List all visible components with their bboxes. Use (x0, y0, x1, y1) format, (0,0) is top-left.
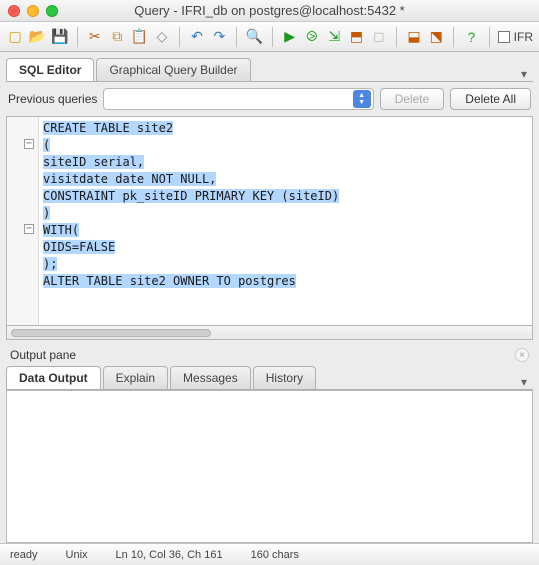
favorites-icon[interactable]: ⬓ (405, 26, 423, 48)
help-icon[interactable]: ? (462, 26, 480, 48)
cut-icon[interactable]: ✂ (86, 26, 104, 48)
fold-toggle-icon[interactable]: − (24, 139, 34, 149)
minimize-window-button[interactable] (27, 5, 39, 17)
new-file-icon[interactable]: ▢ (6, 26, 24, 48)
status-cursor-position: Ln 10, Col 36, Ch 161 (116, 549, 223, 561)
status-bar: ready Unix Ln 10, Col 36, Ch 161 160 cha… (0, 543, 539, 565)
editor-tabs: SQL Editor Graphical Query Builder ▾ (6, 56, 533, 82)
fold-toggle-icon[interactable]: − (24, 224, 34, 234)
window-title: Query - IFRI_db on postgres@localhost:54… (0, 3, 539, 18)
traffic-lights (8, 5, 58, 17)
tab-messages[interactable]: Messages (170, 366, 251, 389)
sql-editor[interactable]: − − CREATE TABLE site2 ( siteID serial, … (6, 116, 533, 326)
close-window-button[interactable] (8, 5, 20, 17)
right-tab-label: IFR (514, 30, 533, 44)
clear-icon[interactable]: ◇ (153, 26, 171, 48)
output-pane-label: Output pane (10, 348, 76, 362)
editor-content[interactable]: CREATE TABLE site2 ( siteID serial, visi… (39, 117, 532, 325)
tab-explain[interactable]: Explain (103, 366, 168, 389)
status-ready: ready (10, 549, 38, 561)
delete-all-queries-button[interactable]: Delete All (450, 88, 531, 110)
scrollbar-thumb[interactable] (11, 329, 211, 337)
copy-icon[interactable]: ⧉ (108, 26, 126, 48)
window-titlebar: Query - IFRI_db on postgres@localhost:54… (0, 0, 539, 22)
zoom-window-button[interactable] (46, 5, 58, 17)
previous-queries-combo[interactable]: ▲▼ (103, 88, 373, 110)
paste-icon[interactable]: 📋 (130, 26, 148, 48)
cancel-query-icon[interactable]: ◻ (370, 26, 388, 48)
explain-icon[interactable]: ⇲ (325, 26, 343, 48)
run-pgscript-icon[interactable]: ⧁ (303, 26, 321, 48)
delete-query-button[interactable]: Delete (380, 88, 445, 110)
run-icon[interactable]: ▶ (280, 26, 298, 48)
status-platform: Unix (66, 549, 88, 561)
combo-stepper-icon: ▲▼ (353, 90, 371, 108)
data-output-grid (6, 390, 533, 543)
main-toolbar: ▢ 📂 💾 ✂ ⧉ 📋 ◇ ↶ ↷ 🔍 ▶ ⧁ ⇲ ⬒ ◻ ⬓ ⬔ ? IFR (0, 22, 539, 52)
previous-queries-label: Previous queries (8, 92, 97, 106)
history-icon[interactable]: ⬔ (427, 26, 445, 48)
editor-horizontal-scrollbar[interactable] (6, 326, 533, 340)
output-pane-close-icon[interactable]: × (515, 348, 529, 362)
status-char-count: 160 chars (251, 549, 299, 561)
grid-cells[interactable] (7, 391, 532, 542)
tab-sql-editor[interactable]: SQL Editor (6, 58, 94, 81)
tab-data-output[interactable]: Data Output (6, 366, 101, 389)
save-icon[interactable]: 💾 (51, 26, 69, 48)
output-pane-header: Output pane × (6, 346, 533, 364)
tab-history[interactable]: History (253, 366, 316, 389)
open-icon[interactable]: 📂 (28, 26, 46, 48)
output-tabs-menu[interactable]: ▾ (515, 375, 533, 389)
output-tabs: Data Output Explain Messages History ▾ (6, 364, 533, 390)
editor-tabs-menu[interactable]: ▾ (515, 67, 533, 81)
previous-queries-row: Previous queries ▲▼ Delete Delete All (6, 82, 533, 116)
explain-analyze-icon[interactable]: ⬒ (347, 26, 365, 48)
scratchpad-checkbox[interactable] (498, 31, 510, 43)
undo-icon[interactable]: ↶ (188, 26, 206, 48)
redo-icon[interactable]: ↷ (210, 26, 228, 48)
tab-graphical-query-builder[interactable]: Graphical Query Builder (96, 58, 250, 81)
editor-gutter: − − (7, 117, 39, 325)
find-icon[interactable]: 🔍 (245, 26, 263, 48)
